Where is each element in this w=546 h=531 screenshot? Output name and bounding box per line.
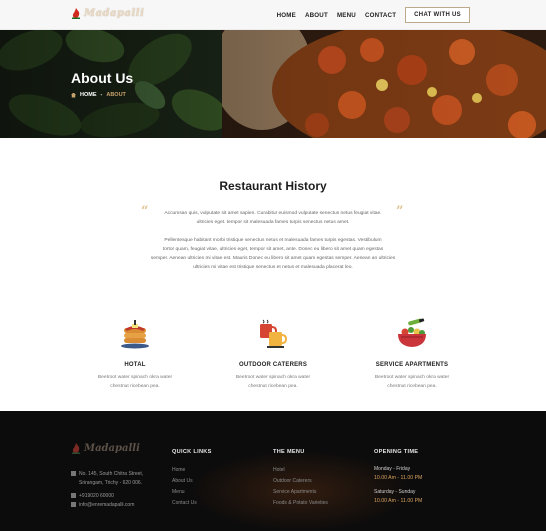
home-icon	[71, 92, 76, 98]
weekend-label: Saturday - Sunday	[374, 489, 416, 495]
map-pin-icon	[71, 471, 76, 477]
coffee-cups-icon	[260, 319, 288, 348]
feature-hotal: HOTAL Beetroot water spinach okra water …	[75, 318, 195, 391]
footer-link-contact[interactable]: Contact Us	[172, 500, 197, 506]
footer-link-home[interactable]: Home	[172, 467, 185, 473]
footer-phone[interactable]: +919020 60000	[71, 492, 114, 501]
history-paragraph-2: Pellentesque habitant morbi tristique se…	[150, 238, 396, 270]
feature-service-apartments: SERVICE APARTMENTS Beetroot water spinac…	[352, 318, 472, 391]
phone-icon	[71, 493, 76, 499]
breadcrumb-current: ABOUT	[106, 92, 126, 98]
footer-logo[interactable]: Madapalli	[71, 443, 140, 454]
opening-time-heading: OPENING TIME	[374, 449, 419, 455]
mail-icon	[71, 502, 76, 508]
feature-description: Beetroot water spinach okra water chestn…	[97, 375, 173, 389]
nav-about[interactable]: ABOUT	[305, 12, 328, 19]
footer-menu-foods[interactable]: Foods & Potato Varieties	[273, 500, 328, 506]
feature-description: Beetroot water spinach okra water chestn…	[235, 375, 311, 389]
brand-name: Madapalli	[84, 8, 145, 19]
footer-email[interactable]: info@enremadapalli.com	[71, 501, 134, 510]
flame-logo-icon	[72, 8, 80, 19]
hero-banner: About Us HOME - ABOUT	[0, 30, 546, 138]
breadcrumb: HOME - ABOUT	[71, 92, 126, 98]
the-menu-heading: THE MENU	[273, 449, 305, 455]
feature-outdoor-caterers: OUTDOOR CATERERS Beetroot water spinach …	[213, 318, 333, 391]
footer-address: No. 145, South Chitra Street, Srirangam,…	[71, 470, 143, 488]
salad-bowl-icon	[398, 318, 426, 347]
page-title: About Us	[71, 70, 134, 86]
footer-link-about[interactable]: About Us	[172, 478, 193, 484]
chat-with-us-button[interactable]: CHAT WITH US	[405, 7, 470, 23]
nav-home[interactable]: HOME	[277, 12, 296, 19]
footer-menu-outdoor[interactable]: Outdoor Caterers	[273, 478, 312, 484]
nav-menu[interactable]: MENU	[337, 12, 356, 19]
main-nav: HOME ABOUT MENU CONTACT CHAT WITH US	[277, 7, 470, 23]
brand-logo[interactable]: Madapalli	[71, 8, 144, 19]
quick-links-heading: QUICK LINKS	[172, 449, 212, 455]
weekend-hours: 10.00 Am - 11.00 PM	[374, 498, 423, 504]
weekday-label: Monday - Friday	[374, 466, 411, 472]
nav-contact[interactable]: CONTACT	[365, 12, 396, 19]
footer-link-menu[interactable]: Menu	[172, 489, 185, 495]
feature-title: HOTAL	[124, 362, 146, 368]
feature-title: OUTDOOR CATERERS	[238, 362, 308, 368]
footer-menu-apartments[interactable]: Service Apartments	[273, 489, 316, 495]
history-paragraph-1: Accumsan quis, vulputate sit amet sapien…	[164, 211, 382, 225]
weekday-hours: 10.00 Am - 11.00 PM	[374, 475, 423, 481]
breadcrumb-home-link[interactable]: HOME	[80, 92, 97, 98]
feature-title: SERVICE APARTMENTS	[375, 362, 449, 368]
site-footer: Madapalli No. 145, South Chitra Street, …	[0, 411, 546, 531]
pancake-stack-icon	[121, 320, 149, 349]
footer-menu-hotel[interactable]: Hotel	[273, 467, 285, 473]
flame-logo-icon	[72, 443, 80, 454]
feature-description: Beetroot water spinach okra water chestn…	[374, 375, 450, 389]
history-heading: Restaurant History	[219, 179, 327, 193]
footer-brand-name: Madapalli	[84, 443, 140, 454]
site-header: Madapalli HOME ABOUT MENU CONTACT CHAT W…	[0, 0, 546, 30]
